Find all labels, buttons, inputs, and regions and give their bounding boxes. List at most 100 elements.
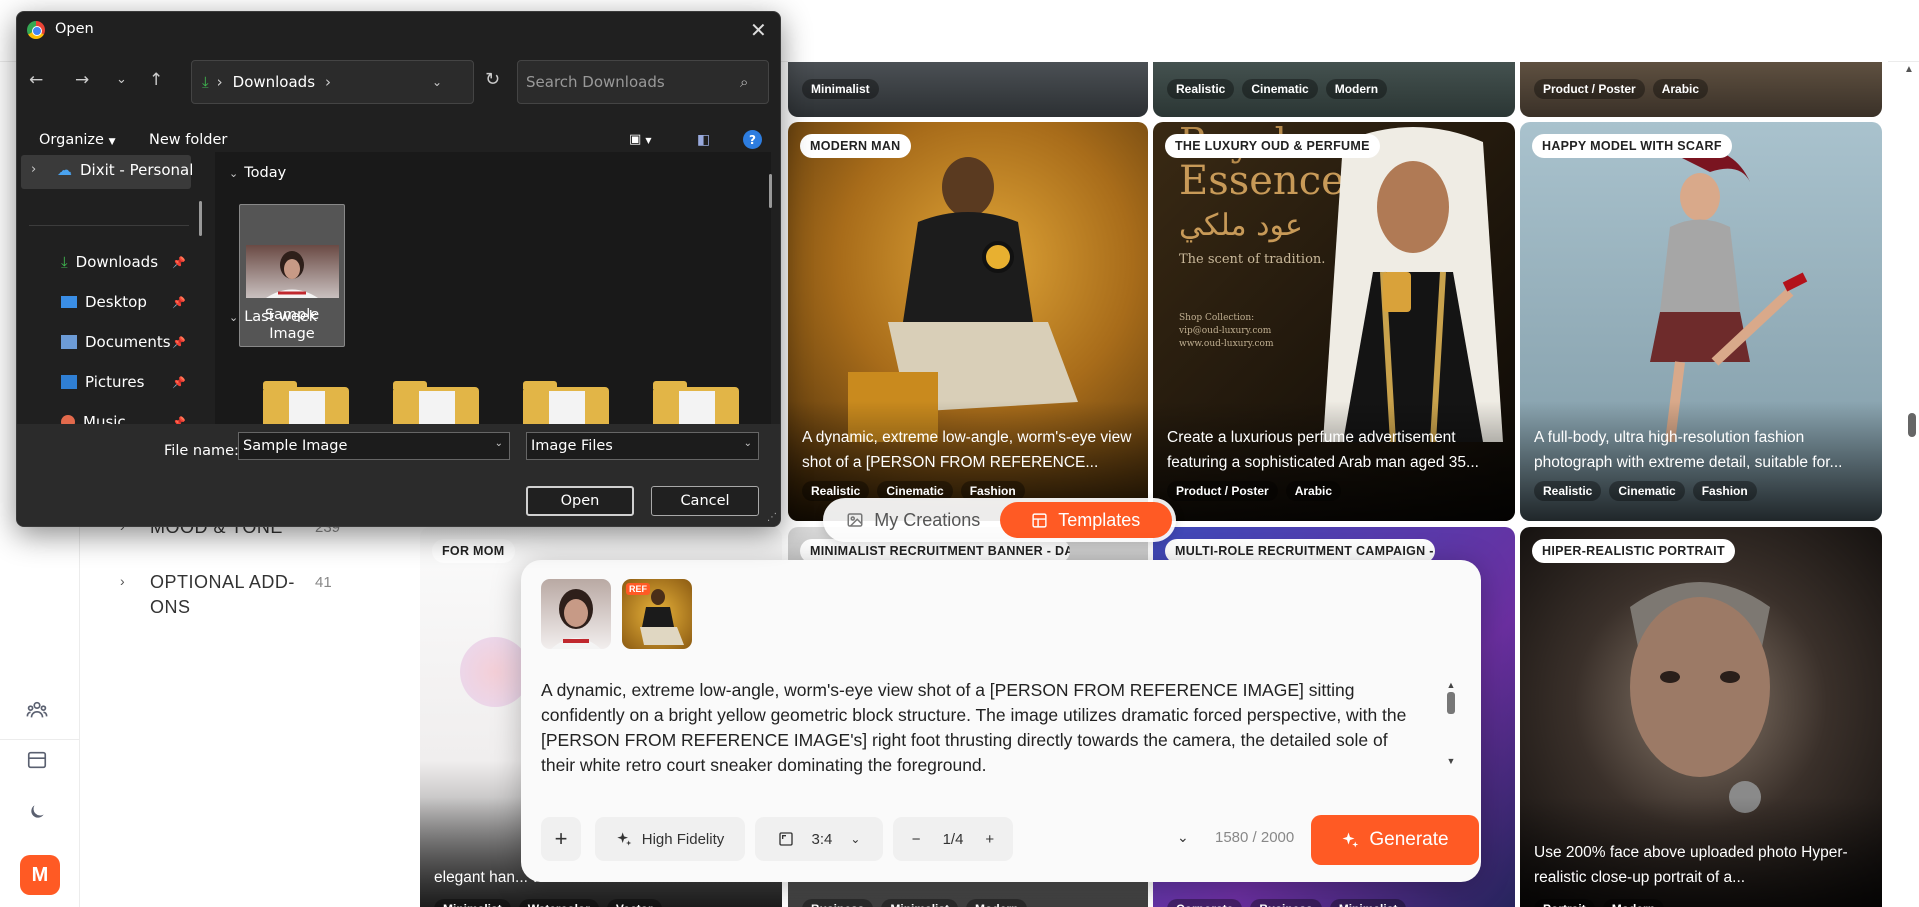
tab-templates[interactable]: Templates — [999, 502, 1172, 538]
plus-icon[interactable]: + — [985, 831, 994, 848]
fidelity-selector[interactable]: High Fidelity — [595, 817, 745, 861]
search-placeholder: Search Downloads — [526, 73, 665, 91]
collapse-chevron-icon: ⌄ — [229, 166, 239, 180]
poster-arabic-title: عود ملكي — [1179, 208, 1303, 243]
folder-item[interactable] — [653, 381, 739, 431]
prompt-textarea[interactable]: A dynamic, extreme low-angle, worm's-eye… — [541, 678, 1421, 778]
prompt-scrollbar[interactable]: ▲ ▼ — [1445, 680, 1457, 772]
address-dropdown-icon[interactable]: ⌄ — [432, 75, 442, 89]
team-icon[interactable] — [22, 695, 52, 725]
image-icon — [847, 513, 863, 527]
minus-icon[interactable]: − — [912, 831, 921, 848]
image-count-stepper: − 1/4 + — [893, 817, 1013, 861]
category-optional-add-ons[interactable]: › OPTIONAL ADD-ONS 41 — [120, 570, 440, 620]
tag-chip: Minimalist — [881, 899, 959, 907]
template-card-modern-man[interactable]: MODERN MAN A dynamic, extreme low-angle,… — [788, 122, 1148, 521]
file-name-line: Image — [269, 326, 315, 342]
group-last-week[interactable]: ⌄ Last week — [229, 309, 317, 325]
card-description: Use 200% face above uploaded photo Hyper… — [1534, 844, 1848, 886]
group-today[interactable]: ⌄ Today — [229, 165, 286, 181]
card-icon[interactable] — [22, 745, 52, 775]
sparkle-icon — [617, 832, 632, 846]
category-count: 41 — [315, 574, 332, 591]
tag-chip: Portrait — [1534, 899, 1595, 907]
nav-item-label: Desktop — [85, 293, 147, 311]
new-folder-button[interactable]: New folder — [149, 132, 227, 148]
organize-menu[interactable]: Organize ▼ — [39, 132, 116, 148]
template-card-luxury-oud[interactable]: Royal Essence عود ملكي The scent of trad… — [1153, 122, 1515, 521]
file-list-scrollbar-thumb[interactable] — [769, 174, 772, 208]
nav-scrollbar-thumb[interactable] — [199, 201, 202, 236]
expand-chevron-icon[interactable]: › — [31, 162, 36, 177]
close-icon[interactable]: ✕ — [750, 18, 767, 42]
tag-chip: Minimalist — [434, 899, 511, 907]
file-type-select[interactable]: Image Files ⌄ — [526, 432, 759, 460]
up-arrow-icon[interactable]: ↑ — [149, 70, 163, 90]
collapse-chevron-icon: ⌄ — [229, 310, 239, 324]
recent-locations-chevron-icon[interactable]: ⌄ — [116, 72, 127, 87]
folder-item[interactable] — [393, 381, 479, 431]
tab-my-creations[interactable]: My Creations — [827, 502, 1000, 538]
page-scrollbar-thumb[interactable] — [1908, 413, 1916, 437]
moon-icon[interactable] — [22, 797, 52, 827]
folder-item[interactable] — [263, 381, 349, 431]
generate-button[interactable]: Generate — [1311, 815, 1479, 865]
group-label: Today — [244, 165, 287, 181]
chevron-down-icon[interactable]: ⌄ — [495, 438, 503, 449]
tab-label: Templates — [1058, 509, 1141, 530]
card-title: FOR MOM — [432, 539, 515, 563]
fidelity-label: High Fidelity — [641, 830, 725, 848]
nav-item-documents[interactable]: Documents — [61, 333, 171, 351]
open-button[interactable]: Open — [526, 486, 634, 516]
generate-label: Generate — [1369, 829, 1449, 850]
file-name-input[interactable]: Sample Image ⌄ — [238, 432, 510, 460]
add-image-button[interactable]: + — [541, 817, 581, 861]
user-avatar[interactable]: M — [20, 855, 60, 895]
download-icon: ⤓ — [61, 253, 68, 271]
tag-chip: Minimalist — [802, 79, 879, 99]
page-scroll-up-arrow[interactable]: ▲ — [1904, 64, 1914, 75]
file-item-sample-image[interactable]: Sample Image — [239, 204, 345, 347]
forward-arrow-icon[interactable]: → — [75, 70, 89, 90]
chevron-down-icon[interactable]: ⌄ — [1177, 829, 1189, 846]
aspect-ratio-selector[interactable]: 3:4 ⌄ — [755, 817, 883, 861]
tag-chip: Business — [1250, 899, 1322, 907]
file-type-value: Image Files — [531, 438, 613, 454]
template-card-happy-model[interactable]: HAPPY MODEL WITH SCARF A full-body, ultr… — [1520, 122, 1882, 521]
back-arrow-icon[interactable]: ← — [29, 70, 43, 90]
uploaded-image-thumbnail[interactable] — [541, 579, 611, 649]
reference-image-thumbnail[interactable]: REF — [622, 579, 692, 649]
template-card-hyper-realistic-portrait[interactable]: HIPER-REALISTIC PORTRAIT Use 200% face a… — [1520, 527, 1882, 907]
ref-badge: REF — [626, 583, 650, 595]
scroll-down-icon[interactable]: ▼ — [1445, 756, 1457, 766]
tag-chip: Arabic — [1285, 481, 1342, 501]
cancel-button[interactable]: Cancel — [651, 486, 759, 516]
resize-grip-icon[interactable]: ⋰ — [767, 512, 777, 523]
prompt-scrollbar-thumb[interactable] — [1447, 692, 1455, 714]
nav-item-desktop[interactable]: Desktop — [61, 293, 147, 311]
nav-item-onedrive[interactable]: ☁ Dixit - Personal — [57, 161, 193, 179]
folder-item[interactable] — [523, 381, 609, 431]
view-options-icon[interactable]: ▣ ▼ — [629, 132, 652, 147]
address-bar[interactable]: ⤓ › Downloads › ⌄ — [191, 60, 474, 104]
nav-item-downloads[interactable]: ⤓ Downloads — [61, 253, 158, 271]
help-icon[interactable]: ? — [743, 130, 762, 149]
poster-contact: Shop Collection: vip@oud-luxury.com www.… — [1179, 312, 1274, 351]
search-input[interactable]: Search Downloads ⌕ — [517, 60, 769, 104]
person-photo — [266, 251, 318, 298]
search-icon: ⌕ — [740, 73, 749, 91]
documents-icon — [61, 335, 77, 349]
group-label: Last week — [244, 309, 318, 325]
poster-email: vip@oud-luxury.com — [1179, 326, 1272, 336]
tag-chip: Modern — [1325, 79, 1388, 99]
file-thumbnail — [246, 245, 339, 298]
refresh-icon[interactable]: ↻ — [485, 69, 500, 90]
preview-pane-icon[interactable]: ◧ — [697, 132, 710, 148]
scroll-up-icon[interactable]: ▲ — [1445, 680, 1457, 690]
nav-item-pictures[interactable]: Pictures — [61, 373, 144, 391]
pictures-icon — [61, 375, 77, 389]
tag-chip: Fashion — [1692, 481, 1757, 501]
aspect-ratio-label: 3:4 — [811, 830, 833, 848]
desktop-icon — [61, 296, 77, 308]
tag-chip: Corporate — [1167, 899, 1243, 907]
